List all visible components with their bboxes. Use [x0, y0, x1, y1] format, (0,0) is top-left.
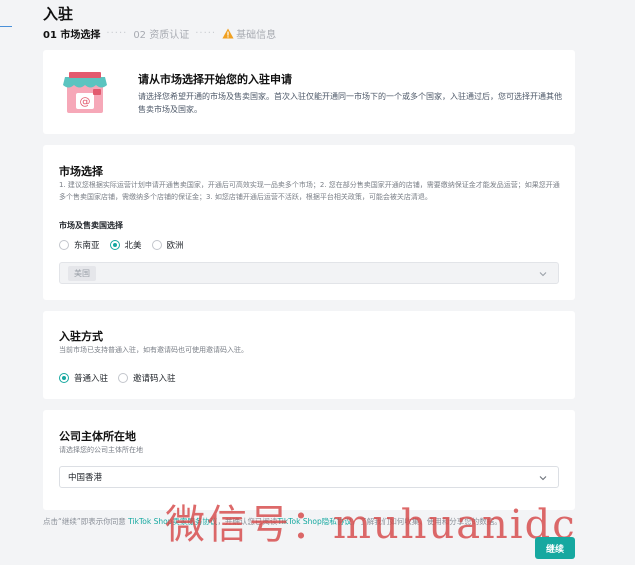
- agreement-prefix: 点击“继续”即表示你同意: [43, 517, 126, 526]
- radio-label: 邀请码入驻: [133, 374, 176, 384]
- country-tag: 美国: [68, 265, 96, 281]
- step-basic-info-label: 基础信息: [236, 30, 277, 41]
- radio-europe[interactable]: 欧洲: [151, 239, 184, 251]
- company-location-value: 中国香港: [68, 473, 103, 483]
- shop-illustration-icon: @: [63, 72, 107, 113]
- agreement-suffix: ，了解我们如何收集、使用和分享您的数据。: [351, 517, 502, 526]
- market-section-description: 1. 建议您根据实际运营计划申请开通售卖国家，开通后可高效实现一品卖多个市场；2…: [59, 181, 560, 201]
- continue-button[interactable]: 继续: [535, 537, 575, 559]
- warning-icon: [222, 28, 234, 39]
- onboarding-page: 入驻 01 市场选择 ····· 02 资质认证 ····· 基础信息 @ 请从…: [0, 0, 635, 565]
- agreement-middle: ，并确认您已阅读: [217, 517, 278, 526]
- seller-agreement-link[interactable]: TikTok Shop卖家服务协议: [128, 517, 217, 526]
- edge-line: [0, 26, 12, 27]
- intro-card: @ 请从市场选择开始您的入驻申请 请选择您希望开通的市场及售卖国家。首次入驻仅能…: [43, 50, 575, 134]
- radio-label: 欧洲: [166, 241, 184, 251]
- page-title: 入驻: [43, 5, 74, 23]
- intro-title: 请从市场选择开始您的入驻申请: [138, 73, 292, 86]
- svg-text:@: @: [80, 95, 91, 108]
- chevron-down-icon: [539, 272, 547, 277]
- market-radio-group: 东南亚 北美 欧洲: [59, 239, 184, 251]
- radio-north-america[interactable]: 北美: [109, 239, 142, 251]
- radio-label: 北美: [124, 241, 142, 251]
- join-method-card: 入驻方式 当前市场已支持普通入驻，如有邀请码也可使用邀请码入驻。 普通入驻 邀请…: [43, 311, 575, 399]
- company-section-title: 公司主体所在地: [59, 430, 136, 443]
- company-location-card: 公司主体所在地 请选择您的公司主体所在地 中国香港: [43, 410, 575, 510]
- step-qualification: 02 资质认证: [133, 30, 190, 41]
- join-radio-group: 普通入驻 邀请码入驻: [59, 372, 176, 384]
- radio-indicator-checked: [109, 240, 120, 250]
- step-market-selection: 01 市场选择: [43, 30, 101, 41]
- market-selection-card: 市场选择 1. 建议您根据实际运营计划申请开通售卖国家，开通后可高效实现一品卖多…: [43, 145, 575, 300]
- step-indicator: 01 市场选择 ····· 02 资质认证 ····· 基础信息: [43, 26, 276, 41]
- step-separator: ·····: [195, 28, 217, 39]
- join-section-description: 当前市场已支持普通入驻，如有邀请码也可使用邀请码入驻。: [59, 346, 248, 354]
- step-basic-info: 基础信息: [222, 26, 276, 41]
- radio-label: 普通入驻: [74, 374, 109, 384]
- company-location-select[interactable]: 中国香港: [59, 466, 559, 488]
- company-section-description: 请选择您的公司主体所在地: [59, 446, 143, 454]
- radio-label: 东南亚: [74, 241, 100, 251]
- radio-indicator: [59, 240, 69, 250]
- chevron-down-icon: [539, 476, 547, 481]
- agreement-text: 点击“继续”即表示你同意 TikTok Shop卖家服务协议，并确认您已阅读Ti…: [43, 516, 502, 527]
- step-separator: ·····: [106, 28, 128, 39]
- privacy-policy-link[interactable]: TikTok Shop隐私协议: [277, 517, 351, 526]
- radio-indicator-checked: [59, 373, 69, 383]
- radio-indicator: [151, 240, 162, 250]
- radio-invite-code-join[interactable]: 邀请码入驻: [118, 372, 176, 384]
- market-country-label: 市场及售卖国选择: [59, 221, 123, 230]
- country-select[interactable]: 美国: [59, 262, 559, 284]
- intro-description: 请选择您希望开通的市场及售卖国家。首次入驻仅能开通同一市场下的一个或多个国家，入…: [138, 92, 562, 114]
- radio-southeast-asia[interactable]: 东南亚: [59, 239, 100, 251]
- radio-indicator: [118, 373, 129, 383]
- join-section-title: 入驻方式: [59, 330, 103, 343]
- radio-standard-join[interactable]: 普通入驻: [59, 372, 108, 384]
- market-section-title: 市场选择: [59, 165, 103, 178]
